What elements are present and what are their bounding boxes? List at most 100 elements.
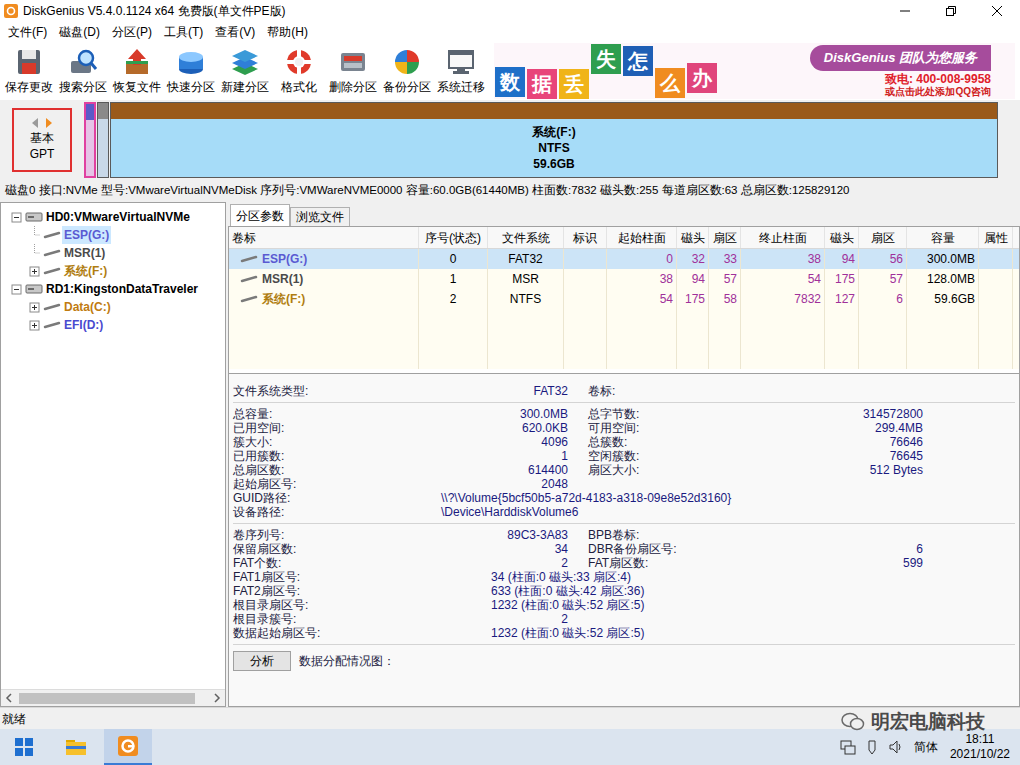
column-header[interactable]: 起始柱面: [607, 227, 677, 248]
close-button[interactable]: [974, 0, 1020, 22]
toolbar-button[interactable]: 搜索分区: [56, 43, 110, 99]
table-cell: 2: [419, 289, 488, 309]
horizontal-scrollbar[interactable]: [1, 689, 225, 706]
detail-row: 根目录扇区号:1232 (柱面:0 磁头:52 扇区:5): [233, 598, 1015, 612]
banner-tile: 怎: [623, 46, 653, 76]
detail-row: 起始扇区号:2048: [233, 477, 1015, 491]
speaker-icon[interactable]: [888, 739, 904, 755]
detail-row: 已用空间:620.0KB可用空间:299.4MB: [233, 421, 1015, 435]
scroll-left-icon[interactable]: [1, 690, 17, 706]
menu-item[interactable]: 磁盘(D): [53, 23, 106, 41]
clock[interactable]: 18:112021/10/22: [944, 732, 1016, 762]
partition-icon: [240, 254, 258, 264]
detail-row: 总扇区数:614400扇区大小:512 Bytes: [233, 463, 1015, 477]
tree-item[interactable]: 系统(F:): [1, 262, 225, 280]
menu-item[interactable]: 帮助(H): [261, 23, 314, 41]
main-area: HD0:VMwareVirtualNVMeESP(G:)MSR(1)系统(F:)…: [0, 202, 1020, 707]
tree-item[interactable]: Data(C:): [1, 298, 225, 316]
toolbar-button[interactable]: 备份分区: [380, 43, 434, 99]
menu-item[interactable]: 查看(V): [209, 23, 261, 41]
tree-item[interactable]: HD0:VMwareVirtualNVMe: [1, 208, 225, 226]
next-disk-icon[interactable]: [45, 118, 52, 128]
table-cell: 58: [709, 289, 741, 309]
banner-tiles: 数据丢失怎么办: [494, 43, 720, 99]
taskbar-app[interactable]: [52, 729, 100, 765]
banner-tile: 办: [687, 63, 717, 93]
wechat-icon: [841, 712, 865, 732]
table-cell: 57: [709, 269, 741, 289]
backup-partition-icon: [392, 47, 422, 77]
column-header[interactable]: 序号(状态): [419, 227, 488, 248]
toolbar-button[interactable]: 快速分区: [164, 43, 218, 99]
detail-row: GUID路径:\\?\Volume{5bcf50b5-a72d-4183-a31…: [233, 491, 1015, 505]
input-method[interactable]: 简体: [914, 738, 938, 756]
detail-row: FAT2扇区号:633 (柱面:0 磁头:42 扇区:36): [233, 584, 1015, 598]
analyze-button[interactable]: 分析: [233, 651, 291, 671]
column-header[interactable]: 容量: [907, 227, 979, 248]
expand-icon[interactable]: [29, 320, 40, 331]
detail-row: FAT1扇区号:34 (柱面:0 磁头:33 扇区:4): [233, 570, 1015, 584]
expand-icon[interactable]: [29, 302, 40, 313]
table-cell: 59.6GB: [907, 289, 979, 309]
column-header[interactable]: 卷标: [229, 227, 419, 248]
taskbar-app[interactable]: [104, 729, 152, 765]
toolbar-button[interactable]: 格式化: [272, 43, 326, 99]
tree-item[interactable]: RD1:KingstonDataTraveler: [1, 280, 225, 298]
minimize-button[interactable]: [882, 0, 928, 22]
toolbar-button[interactable]: 系统迁移: [434, 43, 488, 99]
banner-link[interactable]: 或点击此处添加QQ咨询: [885, 86, 991, 98]
save-icon: [14, 47, 44, 77]
partition-icon: [240, 294, 258, 304]
toolbar-button[interactable]: 删除分区: [326, 43, 380, 99]
table-row[interactable]: ESP(G:)0FAT3203233389456300.0MB: [229, 249, 1019, 269]
column-header[interactable]: 属性: [979, 227, 1013, 248]
detail-row: 数据起始扇区号:1232 (柱面:0 磁头:52 扇区:5): [233, 626, 1015, 640]
table-cell: [564, 289, 607, 309]
disk-type-box[interactable]: 基本GPT: [12, 108, 72, 172]
table-row[interactable]: MSR(1)1MSR3894575417557128.0MB: [229, 269, 1019, 289]
table-cell: [979, 269, 1013, 289]
tree-item[interactable]: MSR(1): [1, 244, 225, 262]
column-header[interactable]: 磁头: [825, 227, 859, 248]
partition-segment[interactable]: [97, 102, 109, 178]
table-row[interactable]: 系统(F:)2NTFS54175587832127659.6GB: [229, 289, 1019, 309]
previous-disk-icon[interactable]: [32, 118, 39, 128]
taskbar-app[interactable]: [0, 729, 48, 765]
column-header[interactable]: 扇区: [859, 227, 907, 248]
collapse-icon[interactable]: [11, 284, 22, 295]
partition-segment[interactable]: 系统(F:)NTFS59.6GB: [110, 102, 998, 178]
menu-item[interactable]: 文件(F): [2, 23, 53, 41]
tab[interactable]: 分区参数: [230, 204, 290, 226]
partition-segment[interactable]: [84, 102, 96, 178]
toolbar-button[interactable]: 新建分区: [218, 43, 272, 99]
column-header[interactable]: 终止柱面: [741, 227, 825, 248]
window-title: DiskGenius V5.4.0.1124 x64 免费版(单文件PE版): [23, 2, 286, 20]
collapse-icon[interactable]: [11, 212, 22, 223]
column-header[interactable]: 扇区: [709, 227, 741, 248]
network-icon[interactable]: [840, 739, 856, 755]
table-cell: [979, 289, 1013, 309]
app-logo-icon: [4, 4, 18, 18]
tree-item[interactable]: EFI(D:): [1, 316, 225, 334]
tree-item[interactable]: ESP(G:): [1, 226, 225, 244]
ad-banner[interactable]: 数据丢失怎么办DiskGenius 团队为您服务致电: 400-008-9958…: [494, 43, 1015, 99]
restore-button[interactable]: [928, 0, 974, 22]
allocation-label: 数据分配情况图：: [299, 652, 395, 670]
toolbar-button[interactable]: 保存更改: [2, 43, 56, 99]
column-header[interactable]: 标识: [564, 227, 607, 248]
column-header[interactable]: 磁头: [677, 227, 709, 248]
pen-icon[interactable]: [864, 739, 880, 755]
scroll-right-icon[interactable]: [209, 690, 225, 706]
column-header[interactable]: 文件系统: [488, 227, 564, 248]
tree-line-icon: [29, 226, 40, 244]
menu-item[interactable]: 工具(T): [158, 23, 209, 41]
menu-item[interactable]: 分区(P): [106, 23, 158, 41]
tab[interactable]: 浏览文件: [290, 207, 350, 226]
restore-icon: [946, 6, 956, 16]
table-cell: 7832: [741, 289, 825, 309]
toolbar-button[interactable]: 恢复文件: [110, 43, 164, 99]
expand-icon[interactable]: [29, 266, 40, 277]
partition-icon: [43, 320, 61, 330]
windows-logo-icon: [14, 737, 34, 757]
disk-icon: [25, 283, 43, 295]
